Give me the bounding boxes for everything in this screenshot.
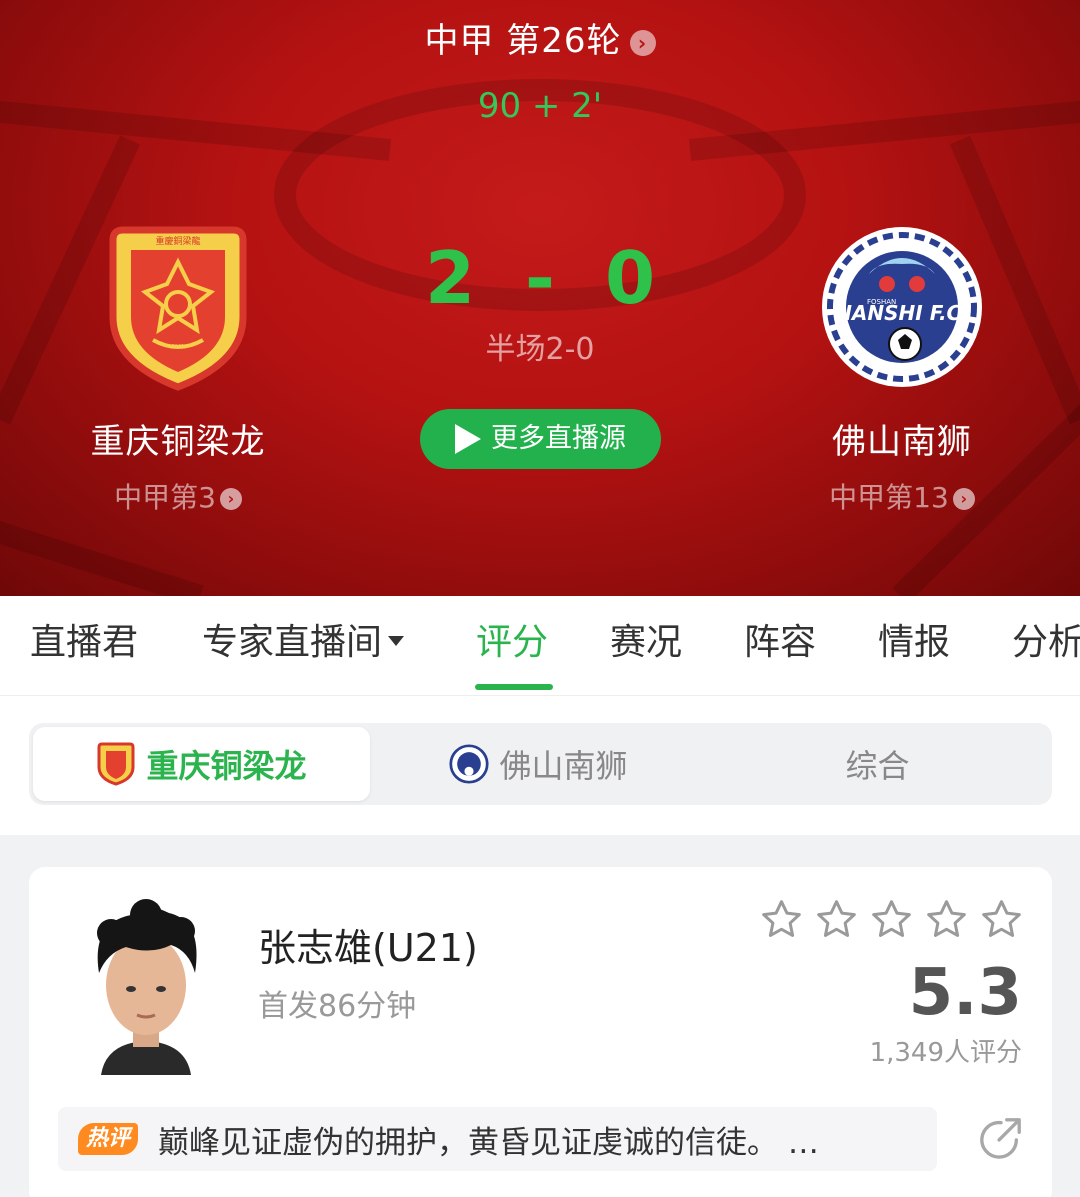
more-streams-label: 更多直播源 [491, 423, 626, 454]
score-separator: - [525, 236, 555, 320]
chevron-right-icon: › [219, 488, 242, 510]
crest-year: 2021 [172, 344, 185, 350]
chevron-right-icon: › [629, 29, 656, 56]
star-outline-icon[interactable] [759, 897, 804, 942]
away-team-rank-link[interactable]: 中甲第13 › [794, 478, 1010, 518]
crest-text: NANSHI F.C. [835, 301, 969, 325]
away-team-rank: 中甲第13 [829, 481, 949, 514]
tab-lineup[interactable]: 阵容 [744, 618, 816, 668]
home-team-crest: 重慶銅梁龍 2021 [109, 226, 247, 391]
player-name: 张志雄(U21) [258, 926, 478, 970]
player-avatar [71, 893, 221, 1075]
away-score: 0 [604, 236, 656, 320]
match-minute: 90 + 2' [477, 86, 603, 126]
hot-comment-text: 巅峰见证虚伪的拥护，黄昏见证虔诚的信徒。 … [158, 1124, 819, 1161]
more-streams-button[interactable]: 更多直播源 [420, 409, 661, 469]
home-team-name: 重庆铜梁龙 [90, 422, 266, 462]
share-icon[interactable] [978, 1115, 1024, 1161]
dropdown-caret-icon [388, 636, 405, 646]
home-score: 2 [424, 236, 476, 320]
round-title: 中甲 第26轮 [424, 21, 622, 61]
segment-home-team[interactable]: 重庆铜梁龙 [33, 727, 370, 801]
round-link[interactable]: 中甲 第26轮 › [0, 18, 1080, 64]
player-minutes: 首发86分钟 [258, 989, 417, 1024]
segment-combined[interactable]: 综合 [707, 727, 1048, 801]
player-rating-card[interactable]: 张志雄(U21) 首发86分钟 5.3 1,349人评分 热评 巅峰见证虚伪的拥… [29, 867, 1052, 1197]
team-switch-area: 重庆铜梁龙 佛山南狮 综合 [0, 697, 1080, 835]
star-outline-icon[interactable] [869, 897, 914, 942]
crest-top-text: 重慶銅梁龍 [155, 235, 200, 247]
home-team-rank-link[interactable]: 中甲第3 › [70, 478, 286, 518]
player-rating-score: 5.3 [908, 956, 1022, 1030]
segment-home-label: 重庆铜梁龙 [146, 747, 307, 785]
play-icon [455, 424, 481, 454]
home-team[interactable]: 重慶銅梁龍 2021 重庆铜梁龙 中甲第3 › [70, 222, 286, 518]
away-team[interactable]: NANSHI F.C. FOSHAN 佛山南狮 中甲第13 › [794, 222, 1010, 518]
crest-sub-text: FOSHAN [867, 298, 896, 306]
tab-rating[interactable]: 评分 [476, 618, 548, 668]
away-team-mini-crest [449, 744, 490, 784]
tab-intel[interactable]: 情报 [878, 618, 950, 668]
rater-count: 1,349人评分 [869, 1038, 1022, 1068]
star-outline-icon[interactable] [979, 897, 1024, 942]
rating-stars [759, 897, 1024, 942]
home-team-mini-crest [97, 742, 135, 786]
active-tab-indicator [475, 684, 553, 690]
chevron-right-icon: › [952, 488, 975, 510]
segment-combined-label: 综合 [845, 747, 910, 785]
team-segmented-control: 重庆铜梁龙 佛山南狮 综合 [29, 723, 1052, 805]
tab-live-host[interactable]: 直播君 [30, 618, 138, 668]
segment-away-label: 佛山南狮 [499, 747, 628, 785]
away-team-name: 佛山南狮 [832, 422, 972, 462]
home-team-rank: 中甲第3 [114, 481, 216, 514]
star-outline-icon[interactable] [924, 897, 969, 942]
tab-expert-room[interactable]: 专家直播间 [202, 618, 405, 668]
match-header: 中甲 第26轮 › 90 + 2' 2-0 半场2-0 更多直播源 重慶銅梁龍 2… [0, 0, 1080, 596]
star-outline-icon[interactable] [814, 897, 859, 942]
away-team-crest: NANSHI F.C. FOSHAN [822, 227, 982, 387]
tab-bar: 直播君 专家直播间 评分 赛况 阵容 情报 分析 [0, 596, 1080, 696]
tab-analysis[interactable]: 分析 [1012, 618, 1080, 668]
hot-comment[interactable]: 热评 巅峰见证虚伪的拥护，黄昏见证虔诚的信徒。 … [58, 1107, 937, 1171]
hot-comment-badge: 热评 [78, 1123, 139, 1155]
segment-away-team[interactable]: 佛山南狮 [370, 727, 707, 801]
tab-match-events[interactable]: 赛况 [610, 618, 682, 668]
tab-expert-room-label: 专家直播间 [202, 622, 383, 663]
